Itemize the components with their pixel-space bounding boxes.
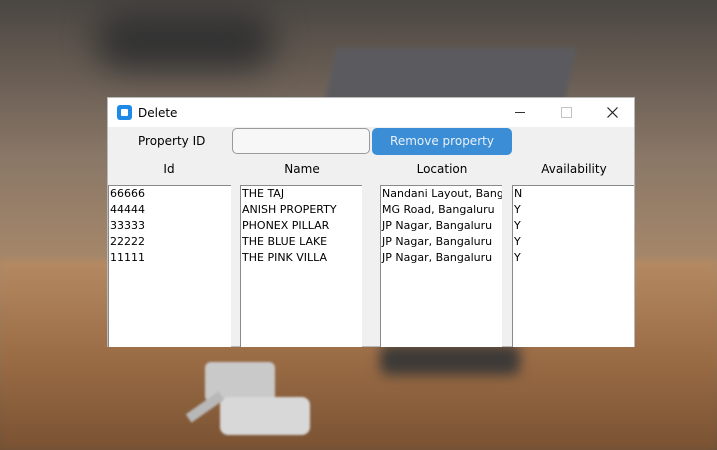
app-icon [117, 105, 132, 120]
name-listbox[interactable]: THE TAJ ANISH PROPERTY PHONEX PILLAR THE… [240, 185, 362, 347]
location-column-header: Location [416, 162, 468, 176]
background-house-base [380, 345, 520, 375]
list-item[interactable]: N [513, 186, 634, 202]
list-item[interactable]: Y [513, 234, 634, 250]
remove-property-button[interactable]: Remove property [372, 128, 512, 155]
delete-window: Delete Property ID Remove property Id Na… [107, 97, 635, 347]
property-id-label: Property ID [138, 134, 206, 148]
availability-listbox[interactable]: N Y Y Y Y [512, 185, 634, 347]
name-column-header: Name [284, 162, 320, 176]
list-item[interactable]: JP Nagar, Bangaluru [381, 218, 502, 234]
property-id-row: Property ID Remove property [108, 127, 634, 157]
maximize-button[interactable] [543, 98, 589, 127]
list-item[interactable]: 44444 [109, 202, 231, 218]
location-listbox[interactable]: Nandani Layout, Banga MG Road, Bangaluru… [380, 185, 502, 347]
close-icon [606, 107, 618, 118]
minimize-icon [515, 112, 525, 113]
list-item[interactable]: JP Nagar, Bangaluru [381, 250, 502, 266]
list-item[interactable]: Nandani Layout, Banga [381, 186, 502, 202]
list-item[interactable]: Y [513, 218, 634, 234]
title-bar[interactable]: Delete [108, 98, 634, 127]
list-item[interactable]: THE PINK VILLA [241, 250, 362, 266]
id-listbox[interactable]: 66666 44444 33333 22222 11111 [108, 185, 231, 347]
minimize-button[interactable] [497, 98, 543, 127]
close-button[interactable] [589, 98, 635, 127]
list-item[interactable]: Y [513, 250, 634, 266]
id-column-header: Id [163, 162, 175, 176]
list-item[interactable]: THE TAJ [241, 186, 362, 202]
list-item[interactable]: 11111 [109, 250, 231, 266]
list-item[interactable]: 33333 [109, 218, 231, 234]
list-item[interactable]: ANISH PROPERTY [241, 202, 362, 218]
list-item[interactable]: JP Nagar, Bangaluru [381, 234, 502, 250]
list-item[interactable]: PHONEX PILLAR [241, 218, 362, 234]
maximize-icon [560, 107, 572, 118]
window-title: Delete [138, 105, 178, 120]
background-chairs [95, 10, 275, 70]
availability-column-header: Availability [541, 162, 607, 176]
property-id-input[interactable] [232, 128, 370, 154]
list-item[interactable]: MG Road, Bangaluru [381, 202, 502, 218]
list-item[interactable]: Y [513, 202, 634, 218]
list-item[interactable]: THE BLUE LAKE [241, 234, 362, 250]
background-key-image [185, 362, 310, 435]
list-item[interactable]: 22222 [109, 234, 231, 250]
list-item[interactable]: 66666 [109, 186, 231, 202]
